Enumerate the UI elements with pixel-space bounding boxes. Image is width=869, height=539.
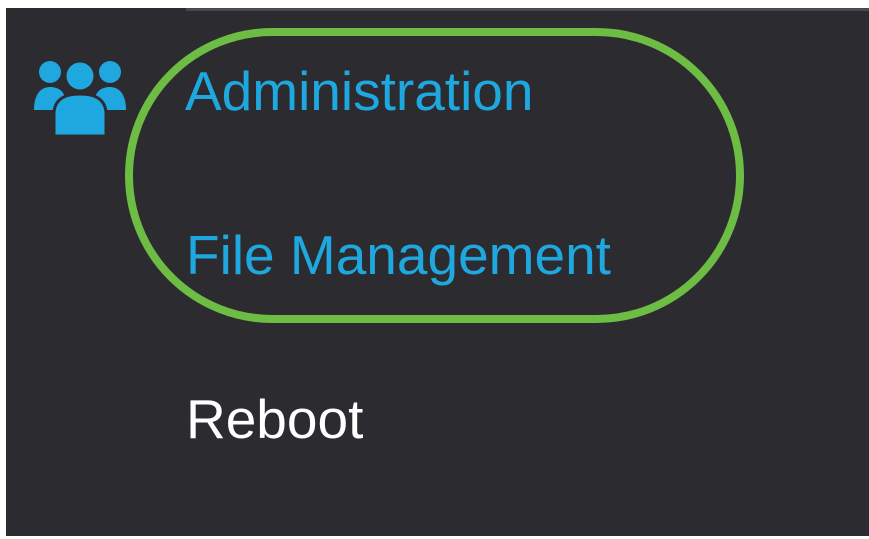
top-divider [186, 8, 869, 11]
nav-item-file-management[interactable]: File Management [186, 228, 611, 283]
users-group-icon [34, 59, 126, 136]
screenshot: Administration File Management Reboot [0, 0, 869, 539]
nav-item-administration[interactable]: Administration [185, 64, 533, 119]
nav-item-reboot[interactable]: Reboot [186, 392, 363, 447]
